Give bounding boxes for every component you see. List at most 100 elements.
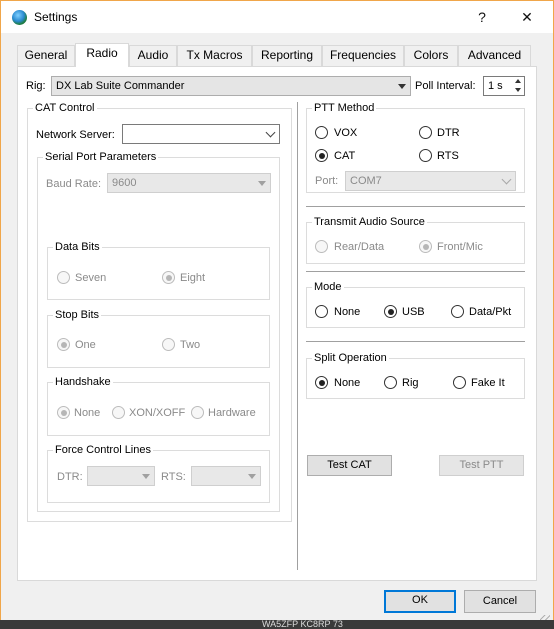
close-button[interactable]: ✕ xyxy=(504,1,550,33)
data-bits-seven-radio[interactable] xyxy=(57,271,70,284)
ptt-method-title: PTT Method xyxy=(312,102,377,114)
tab-advanced[interactable]: Advanced xyxy=(458,45,531,66)
mode-datapkt-label: Data/Pkt xyxy=(469,306,512,318)
baud-rate-select[interactable]: 9600 xyxy=(107,173,271,193)
mode-datapkt-radio[interactable] xyxy=(451,305,464,318)
ptt-rts-label: RTS xyxy=(437,150,459,162)
vertical-separator xyxy=(297,102,298,570)
split-rig-radio[interactable] xyxy=(384,376,397,389)
title-bar[interactable]: Settings ? ✕ xyxy=(1,1,553,33)
ptt-rts-radio[interactable] xyxy=(419,149,432,162)
tab-reporting[interactable]: Reporting xyxy=(252,45,322,66)
rig-select[interactable]: DX Lab Suite Commander xyxy=(51,76,411,96)
app-globe-icon xyxy=(12,10,27,25)
dropdown-arrow-icon xyxy=(398,84,406,89)
spin-up-icon[interactable] xyxy=(515,79,521,83)
split-operation-title: Split Operation xyxy=(312,352,389,364)
handshake-hardware-radio[interactable] xyxy=(191,406,204,419)
dropdown-arrow-icon xyxy=(258,181,266,186)
tab-tx-macros[interactable]: Tx Macros xyxy=(177,45,252,66)
dropdown-arrow-icon xyxy=(142,474,150,479)
network-server-input[interactable] xyxy=(122,124,280,144)
stop-bits-two-label: Two xyxy=(180,339,201,351)
dtr-select[interactable] xyxy=(87,466,155,486)
ptt-port-value: COM7 xyxy=(350,175,382,187)
rig-label: Rig: xyxy=(26,80,46,92)
mode-none-radio[interactable] xyxy=(315,305,328,318)
serial-port-title: Serial Port Parameters xyxy=(43,151,159,163)
ok-button[interactable]: OK xyxy=(384,590,456,613)
tx-audio-title: Transmit Audio Source xyxy=(312,216,427,228)
help-button[interactable]: ? xyxy=(459,1,505,33)
tx-audio-front-label: Front/Mic xyxy=(437,241,483,253)
handshake-xonxoff-label: XON/XOFF xyxy=(129,407,186,419)
split-none-label: None xyxy=(334,377,361,389)
ptt-port-label: Port: xyxy=(315,175,339,187)
tab-label: Radio xyxy=(86,46,118,60)
tab-label: Frequencies xyxy=(329,48,397,62)
tab-radio[interactable]: Radio xyxy=(75,43,129,67)
ptt-port-select[interactable]: COM7 xyxy=(345,171,516,191)
ptt-vox-radio[interactable] xyxy=(315,126,328,139)
tab-audio[interactable]: Audio xyxy=(129,45,177,66)
force-control-title: Force Control Lines xyxy=(53,444,153,456)
mode-title: Mode xyxy=(312,281,344,293)
tx-audio-rear-label: Rear/Data xyxy=(334,241,385,253)
tab-label: Tx Macros xyxy=(186,48,243,62)
ptt-cat-radio[interactable] xyxy=(315,149,328,162)
split-rig-label: Rig xyxy=(402,377,419,389)
chevron-down-icon xyxy=(265,127,276,138)
baud-rate-value: 9600 xyxy=(112,177,137,189)
data-bits-title: Data Bits xyxy=(53,241,102,253)
stop-bits-one-label: One xyxy=(75,339,96,351)
ptt-vox-label: VOX xyxy=(334,127,358,139)
dtr-label: DTR: xyxy=(57,471,83,483)
baud-rate-label: Baud Rate: xyxy=(46,178,102,190)
chevron-down-icon xyxy=(501,174,512,185)
ptt-dtr-label: DTR xyxy=(437,127,460,139)
stop-bits-two-radio[interactable] xyxy=(162,338,175,351)
tab-frequencies[interactable]: Frequencies xyxy=(322,45,404,66)
dropdown-arrow-icon xyxy=(248,474,256,479)
stop-bits-one-radio[interactable] xyxy=(57,338,70,351)
test-cat-button[interactable]: Test CAT xyxy=(307,455,392,476)
tx-audio-front-radio[interactable] xyxy=(419,240,432,253)
cat-control-title: CAT Control xyxy=(33,102,97,114)
handshake-none-label: None xyxy=(74,407,101,419)
cancel-button[interactable]: Cancel xyxy=(464,590,536,613)
poll-interval-label: Poll Interval: xyxy=(415,80,476,92)
data-bits-eight-radio[interactable] xyxy=(162,271,175,284)
poll-interval-value: 1 s xyxy=(488,80,503,92)
mode-usb-radio[interactable] xyxy=(384,305,397,318)
rts-select[interactable] xyxy=(191,466,261,486)
window-title: Settings xyxy=(34,10,78,24)
rts-label: RTS: xyxy=(161,471,186,483)
tab-colors[interactable]: Colors xyxy=(404,45,458,66)
split-none-radio[interactable] xyxy=(315,376,328,389)
mode-none-label: None xyxy=(334,306,361,318)
data-bits-seven-label: Seven xyxy=(75,272,107,284)
mode-usb-label: USB xyxy=(402,306,425,318)
handshake-none-radio[interactable] xyxy=(57,406,70,419)
ptt-dtr-radio[interactable] xyxy=(419,126,432,139)
divider xyxy=(306,341,525,342)
test-ptt-button[interactable]: Test PTT xyxy=(439,455,524,476)
network-server-label: Network Server: xyxy=(36,129,115,141)
tab-label: Colors xyxy=(413,48,449,62)
tab-label: General xyxy=(24,48,68,62)
tab-general[interactable]: General xyxy=(17,45,75,66)
rig-select-value: DX Lab Suite Commander xyxy=(56,80,185,92)
handshake-title: Handshake xyxy=(53,376,113,388)
poll-interval-spinbox[interactable]: 1 s xyxy=(483,76,525,96)
tab-label: Advanced xyxy=(467,48,522,62)
split-fakeit-label: Fake It xyxy=(471,377,505,389)
tab-label: Audio xyxy=(137,48,169,62)
ptt-cat-label: CAT xyxy=(334,150,356,162)
tx-audio-rear-radio[interactable] xyxy=(315,240,328,253)
tab-label: Reporting xyxy=(260,48,314,62)
handshake-xonxoff-radio[interactable] xyxy=(112,406,125,419)
spin-down-icon[interactable] xyxy=(515,88,521,92)
settings-dialog: Settings ? ✕ General Radio Audio Tx Macr… xyxy=(0,0,554,629)
split-fakeit-radio[interactable] xyxy=(453,376,466,389)
data-bits-eight-label: Eight xyxy=(180,272,206,284)
